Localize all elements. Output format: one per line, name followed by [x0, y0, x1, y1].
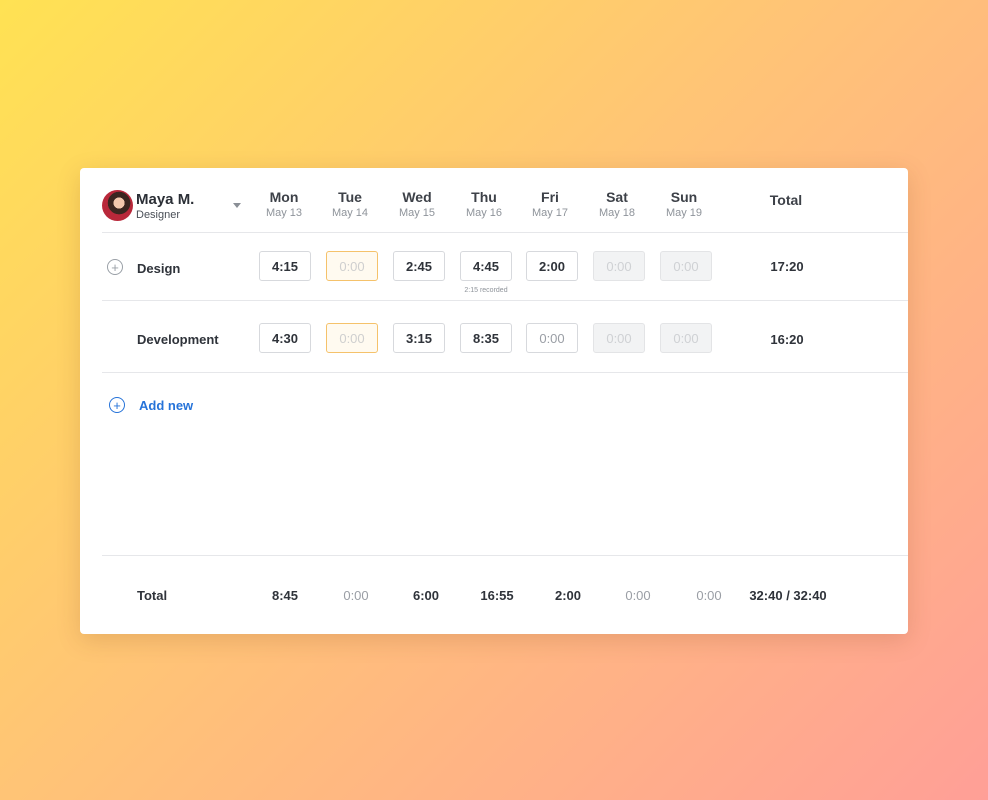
time-cell-design-mon[interactable]: 4:15	[259, 251, 311, 281]
time-cell-development-wed[interactable]: 3:15	[393, 323, 445, 353]
user-role: Designer	[136, 209, 181, 221]
caret-down-icon[interactable]	[233, 203, 241, 208]
row-label-development: Development	[137, 332, 219, 347]
footer-total-fri: 2:00	[554, 588, 582, 603]
time-cell-development-thu[interactable]: 8:35	[460, 323, 512, 353]
day-date-mon: May 13	[265, 207, 303, 219]
add-new-button[interactable]: Add new	[139, 398, 193, 413]
time-cell-design-sun[interactable]: 0:00	[660, 251, 712, 281]
avatar[interactable]	[102, 190, 133, 221]
time-cell-development-mon[interactable]: 4:30	[259, 323, 311, 353]
recorded-note: 2:15 recorded	[464, 287, 508, 294]
row-total-design: 17:20	[770, 259, 804, 274]
header-divider	[102, 232, 908, 233]
time-cell-development-fri[interactable]: 0:00	[526, 323, 578, 353]
day-date-tue: May 14	[331, 207, 369, 219]
row-label-design: Design	[137, 261, 181, 276]
plus-circle-icon[interactable]: +	[109, 397, 125, 413]
footer-total-wed: 6:00	[412, 588, 440, 603]
total-column-header: Total	[769, 192, 803, 208]
day-date-fri: May 17	[531, 207, 569, 219]
row-divider	[102, 372, 908, 373]
user-name[interactable]: Maya M.	[136, 191, 194, 208]
day-header-thu: Thu	[471, 189, 497, 205]
day-header-wed: Wed	[402, 189, 432, 205]
footer-total-tue: 0:00	[343, 588, 369, 603]
footer-total-thu: 16:55	[480, 588, 514, 603]
day-header-sun: Sun	[670, 189, 698, 205]
footer-total-mon: 8:45	[271, 588, 299, 603]
day-header-fri: Fri	[541, 189, 559, 205]
day-date-wed: May 15	[398, 207, 436, 219]
day-date-sun: May 19	[665, 207, 703, 219]
time-cell-design-tue[interactable]: 0:00	[326, 251, 378, 281]
row-total-development: 16:20	[770, 332, 804, 347]
day-date-thu: May 16	[465, 207, 503, 219]
day-header-sat: Sat	[606, 189, 628, 205]
time-cell-design-sat[interactable]: 0:00	[593, 251, 645, 281]
day-date-sat: May 18	[598, 207, 636, 219]
time-cell-design-fri[interactable]: 2:00	[526, 251, 578, 281]
time-cell-development-sat[interactable]: 0:00	[593, 323, 645, 353]
time-cell-design-wed[interactable]: 2:45	[393, 251, 445, 281]
footer-total-sun: 0:00	[696, 588, 722, 603]
plus-circle-icon[interactable]: +	[107, 259, 123, 275]
day-header-tue: Tue	[338, 189, 362, 205]
time-cell-development-tue[interactable]: 0:00	[326, 323, 378, 353]
time-cell-design-thu[interactable]: 4:45	[460, 251, 512, 281]
timesheet-card: Maya M. Designer Mon May 13 Tue May 14 W…	[80, 168, 908, 634]
footer-grand-total: 32:40 / 32:40	[749, 588, 827, 603]
day-header-mon: Mon	[269, 189, 299, 205]
footer-total-sat: 0:00	[625, 588, 651, 603]
row-divider	[102, 300, 908, 301]
footer-total-label: Total	[137, 588, 168, 603]
footer-divider	[102, 555, 908, 556]
time-cell-development-sun[interactable]: 0:00	[660, 323, 712, 353]
